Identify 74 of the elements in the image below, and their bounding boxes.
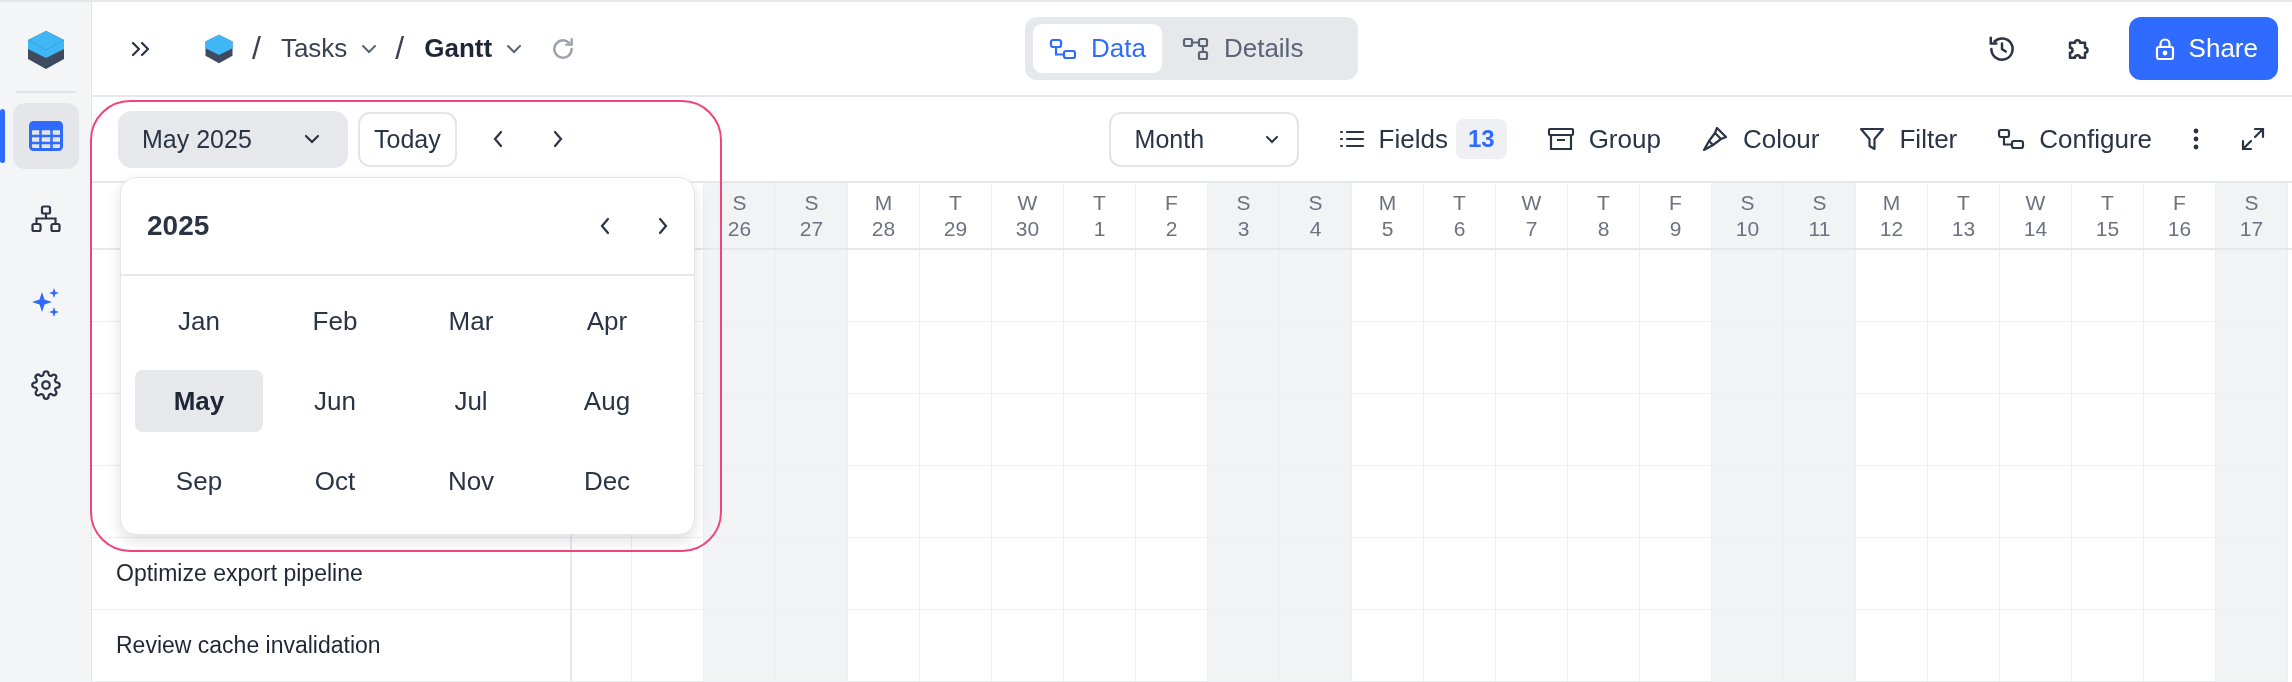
month-option[interactable]: Oct xyxy=(271,450,399,512)
day-header: S 11 xyxy=(1784,183,1856,248)
task-name[interactable]: Optimize export pipeline xyxy=(92,538,572,610)
day-header: M 28 xyxy=(848,183,920,248)
year-label: 2025 xyxy=(147,210,210,242)
group-button[interactable]: Group xyxy=(1546,123,1661,155)
timeline-cell xyxy=(572,610,632,682)
day-header: S 17 xyxy=(2216,183,2288,248)
view-tab[interactable]: Data xyxy=(1033,24,1162,73)
paintbrush-icon xyxy=(1700,125,1729,153)
cube-logo-icon xyxy=(25,29,66,71)
chevron-right-icon[interactable] xyxy=(656,215,670,237)
month-option[interactable]: Jun xyxy=(271,370,399,432)
lock-icon xyxy=(2154,36,2175,61)
day-header: W 14 xyxy=(2000,183,2072,248)
day-header: W 7 xyxy=(1496,183,1568,248)
day-header: T 1 xyxy=(1064,183,1136,248)
table-icon xyxy=(28,121,63,151)
month-option[interactable]: Apr xyxy=(543,290,671,352)
task-name[interactable]: Review cache invalidation xyxy=(92,610,572,682)
month-option[interactable]: Aug xyxy=(543,370,671,432)
cube-logo-icon xyxy=(204,32,234,65)
day-header: S 4 xyxy=(1280,183,1352,248)
filter-icon xyxy=(1859,126,1886,152)
hierarchy-icon xyxy=(30,205,61,233)
day-header: S 26 xyxy=(704,183,776,248)
month-option[interactable]: Dec xyxy=(543,450,671,512)
month-option[interactable]: Feb xyxy=(271,290,399,352)
colour-button[interactable]: Colour xyxy=(1700,123,1820,155)
chevron-down-icon xyxy=(304,134,320,144)
settings-icon xyxy=(30,370,61,400)
day-header: T 15 xyxy=(2072,183,2144,248)
breadcrumb-separator: / xyxy=(395,30,405,67)
archive-box-icon xyxy=(1546,127,1575,151)
month-option[interactable]: Sep xyxy=(135,450,263,512)
day-header: M 12 xyxy=(1856,183,1928,248)
more-icon[interactable] xyxy=(2192,127,2200,151)
chevron-down-icon xyxy=(1264,134,1279,144)
breadcrumb-item[interactable]: Gantt xyxy=(424,33,523,64)
configure-button[interactable]: Configure xyxy=(1997,123,2152,155)
day-header: T 8 xyxy=(1568,183,1640,248)
list-icon xyxy=(1338,128,1365,150)
day-header: W 30 xyxy=(992,183,1064,248)
month-option[interactable]: Mar xyxy=(407,290,535,352)
fields-count: 13 xyxy=(1455,119,1507,159)
diagram-icon xyxy=(1181,36,1210,61)
chevron-down-icon xyxy=(506,43,523,54)
timeline-cell xyxy=(572,538,632,610)
today-button[interactable]: Today xyxy=(358,111,457,167)
expand-icon[interactable] xyxy=(2240,126,2266,152)
month-option[interactable]: Jan xyxy=(135,290,263,352)
chevron-down-icon xyxy=(361,43,378,54)
scale-dropdown[interactable]: Month xyxy=(1108,111,1299,167)
day-header: T 13 xyxy=(1928,183,2000,248)
day-header: S 3 xyxy=(1208,183,1280,248)
share-button[interactable]: Share xyxy=(2128,17,2278,80)
month-option[interactable]: Jul xyxy=(407,370,535,432)
month-option[interactable]: Nov xyxy=(407,450,535,512)
day-header: T 29 xyxy=(920,183,992,248)
double-chevron-icon[interactable] xyxy=(130,39,152,58)
period-dropdown[interactable]: May 2025 xyxy=(118,110,348,168)
day-header: S 10 xyxy=(1712,183,1784,248)
breadcrumb-item[interactable]: Tasks xyxy=(280,33,378,64)
filter-button[interactable]: Filter xyxy=(1859,123,1958,155)
link-blocks-icon xyxy=(1997,127,2026,151)
fields-button[interactable]: Fields xyxy=(1338,123,1448,155)
day-header: S 27 xyxy=(776,183,848,248)
day-header: M 5 xyxy=(1352,183,1424,248)
month-option[interactable]: May xyxy=(135,370,263,432)
breadcrumb-separator: / xyxy=(252,30,261,67)
day-header: T 6 xyxy=(1424,183,1496,248)
view-tab[interactable]: Details xyxy=(1165,24,1320,73)
link-blocks-icon xyxy=(1049,36,1077,61)
chevron-left-icon[interactable] xyxy=(598,215,612,237)
